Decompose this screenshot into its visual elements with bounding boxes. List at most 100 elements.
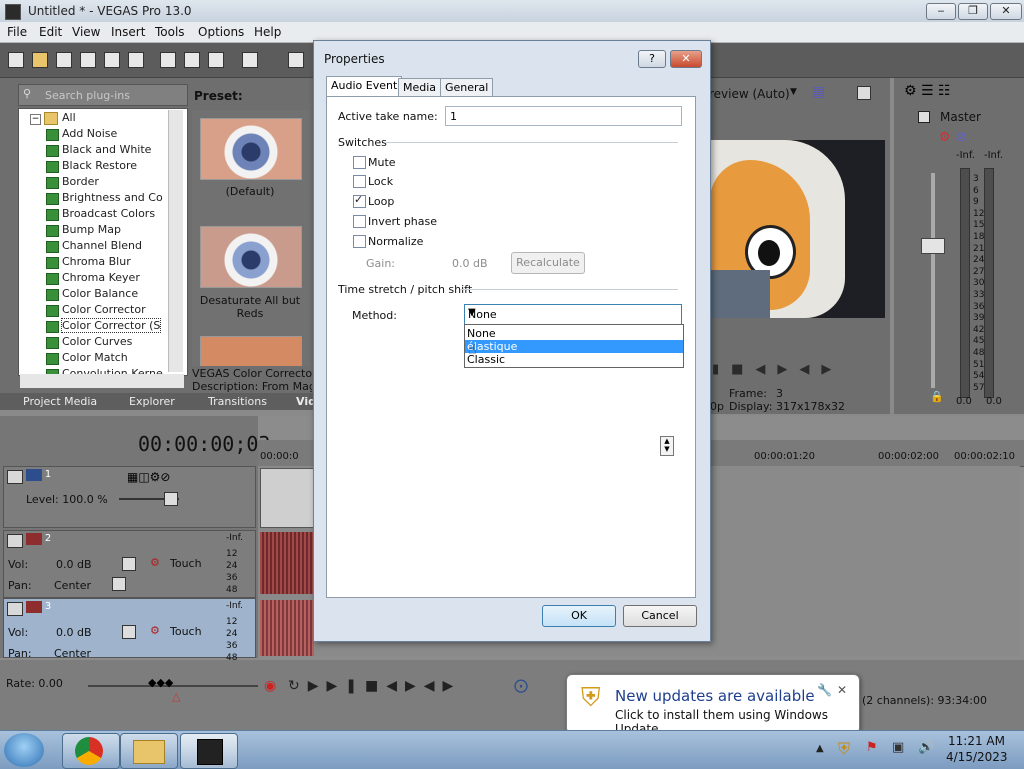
plugin-list-item[interactable]: Bump Map bbox=[62, 223, 121, 236]
plugin-list-item[interactable]: Chroma Keyer bbox=[62, 271, 140, 284]
mute-checkbox[interactable] bbox=[353, 156, 366, 169]
edit-tool-icon[interactable]: ⨀ bbox=[514, 678, 528, 694]
ok-button[interactable]: OK bbox=[542, 605, 616, 627]
plugin-list-item[interactable]: Brightness and Co bbox=[62, 191, 163, 204]
menu-edit[interactable]: Edit bbox=[39, 25, 62, 39]
minimize-button[interactable]: ‒ bbox=[926, 3, 956, 20]
audio-event-waveform-2[interactable] bbox=[260, 600, 314, 656]
track-1-video[interactable]: 1 Level: 100.0 % ▦◫⚙⊘ bbox=[3, 466, 256, 528]
redo-icon[interactable] bbox=[288, 52, 304, 68]
menu-options[interactable]: Options bbox=[198, 25, 244, 39]
method-option-elastique[interactable]: élastique bbox=[465, 340, 683, 353]
plugin-list-item[interactable]: Border bbox=[62, 175, 99, 188]
plugin-list-item[interactable]: Color Corrector (S bbox=[60, 318, 162, 333]
new-project-icon[interactable] bbox=[8, 52, 24, 68]
show-hidden-icons-arrow[interactable]: ▲ bbox=[816, 743, 824, 754]
preview-transport-controls[interactable]: ▮■◀▶◀▶ bbox=[712, 362, 843, 377]
mute-bus-icon[interactable]: ⊘ bbox=[956, 130, 967, 145]
tree-collapse-icon[interactable]: − bbox=[30, 114, 41, 125]
plugin-list-item[interactable]: Color Curves bbox=[62, 335, 132, 348]
normalize-label[interactable]: Normalize bbox=[368, 235, 423, 248]
notification-close-icon[interactable]: ✕ bbox=[837, 683, 847, 697]
invert-phase-checkbox[interactable] bbox=[353, 215, 366, 228]
preview-quality-select[interactable]: review (Auto) bbox=[709, 87, 790, 101]
tree-root-all[interactable]: All bbox=[62, 111, 76, 124]
track-2-volume-handle[interactable] bbox=[122, 557, 136, 571]
loop-checkbox[interactable] bbox=[353, 193, 366, 208]
overlays-icon[interactable]: ▦ bbox=[812, 84, 825, 100]
normalize-checkbox[interactable] bbox=[353, 235, 366, 248]
menu-tools[interactable]: Tools bbox=[155, 25, 185, 39]
close-window-button[interactable]: ✕ bbox=[990, 3, 1022, 20]
plugin-search-input[interactable]: ⚲ Search plug-ins bbox=[18, 84, 188, 106]
track-2-automation-mode[interactable]: Touch bbox=[170, 557, 202, 570]
save-icon[interactable] bbox=[56, 52, 72, 68]
mute-label[interactable]: Mute bbox=[368, 156, 396, 169]
dialog-help-button[interactable]: ? bbox=[638, 50, 666, 68]
track-1-motion-icons[interactable]: ▦◫⚙⊘ bbox=[127, 470, 171, 484]
cut-icon[interactable] bbox=[160, 52, 176, 68]
loop-label[interactable]: Loop bbox=[368, 195, 394, 208]
plugin-list-item[interactable]: Channel Blend bbox=[62, 239, 142, 252]
plugin-list-item[interactable]: Chroma Blur bbox=[62, 255, 131, 268]
copy-snapshot-icon[interactable] bbox=[857, 86, 871, 100]
plugin-list-item[interactable]: Color Corrector bbox=[62, 303, 146, 316]
windows-update-tray-icon[interactable]: ⛨ bbox=[838, 739, 850, 759]
wrench-icon[interactable]: 🔧 bbox=[817, 683, 832, 697]
plugin-list-item[interactable]: Broadcast Colors bbox=[62, 207, 155, 220]
plugin-list-item[interactable]: Color Balance bbox=[62, 287, 138, 300]
start-button[interactable] bbox=[4, 733, 44, 767]
master-fader-handle[interactable] bbox=[921, 238, 945, 254]
plugin-list-item[interactable]: Black and White bbox=[62, 143, 151, 156]
menu-file[interactable]: File bbox=[7, 25, 27, 39]
plugin-tree-horizontal-scrollbar[interactable] bbox=[20, 374, 184, 388]
track-2-pan-handle[interactable] bbox=[112, 577, 126, 591]
tab-general[interactable]: General bbox=[440, 78, 494, 97]
track-3-volume-handle[interactable] bbox=[122, 625, 136, 639]
tab-explorer[interactable]: Explorer bbox=[129, 395, 175, 408]
track-3-fx-icon[interactable]: ⚙ bbox=[150, 624, 160, 637]
taskbar-chrome-button[interactable] bbox=[62, 733, 120, 769]
properties-icon[interactable] bbox=[128, 52, 144, 68]
plugin-list-item[interactable]: Add Noise bbox=[62, 127, 117, 140]
tab-project-media[interactable]: Project Media bbox=[23, 395, 97, 408]
tab-audio-event[interactable]: Audio Event bbox=[326, 76, 403, 98]
plugin-list-item[interactable]: Color Match bbox=[62, 351, 128, 364]
taskbar-time[interactable]: 11:21 AM bbox=[948, 734, 1005, 748]
spinner-arrows-icon[interactable]: ▲ ▼ bbox=[660, 436, 674, 456]
render-icon[interactable] bbox=[104, 52, 120, 68]
taskbar-explorer-button[interactable] bbox=[120, 733, 178, 769]
undo-icon[interactable] bbox=[242, 52, 258, 68]
save-as-icon[interactable] bbox=[80, 52, 96, 68]
tab-media[interactable]: Media bbox=[398, 78, 442, 97]
taskbar-vegas-button[interactable] bbox=[180, 733, 238, 769]
fx-gear-icon[interactable]: ⚙ bbox=[939, 130, 951, 145]
dialog-close-button[interactable]: ✕ bbox=[670, 50, 702, 68]
active-take-name-field[interactable]: 1 bbox=[445, 106, 682, 126]
preset-thumbnail-desaturate[interactable] bbox=[200, 226, 302, 288]
track-expand-icon[interactable] bbox=[7, 602, 23, 616]
action-center-icon[interactable]: ⚑ bbox=[866, 740, 878, 755]
track-expand-icon[interactable] bbox=[7, 470, 23, 484]
mixer-toolbar-icons[interactable]: ⚙ ☰ ☷ bbox=[904, 83, 951, 99]
preset-thumbnail-default[interactable] bbox=[200, 118, 302, 180]
track-2-fx-icon[interactable]: ⚙ bbox=[150, 556, 160, 569]
invert-phase-label[interactable]: Invert phase bbox=[368, 215, 437, 228]
chevron-down-icon[interactable]: ▼ bbox=[790, 87, 797, 97]
taskbar-date[interactable]: 4/15/2023 bbox=[946, 750, 1008, 764]
track-2-audio[interactable]: 2 Vol: 0.0 dB Pan: Center ⚙ Touch -Inf. bbox=[3, 530, 256, 598]
paste-icon[interactable] bbox=[208, 52, 224, 68]
cancel-button[interactable]: Cancel bbox=[623, 605, 697, 627]
copy-icon[interactable] bbox=[184, 52, 200, 68]
maximize-button[interactable]: ❐ bbox=[958, 3, 988, 20]
video-event-clip[interactable] bbox=[260, 468, 316, 528]
record-icon[interactable]: ◉ bbox=[264, 678, 276, 694]
network-icon[interactable]: ▣ bbox=[892, 740, 904, 755]
menu-insert[interactable]: Insert bbox=[111, 25, 145, 39]
recalculate-button[interactable]: Recalculate bbox=[511, 252, 585, 274]
track-3-audio[interactable]: 3 Vol: 0.0 dB Pan: Center ⚙ Touch -Inf. bbox=[3, 598, 256, 660]
chevron-down-icon[interactable]: ▼ bbox=[468, 307, 678, 318]
lock-icon[interactable]: 🔒 bbox=[930, 390, 944, 403]
transport-buttons[interactable]: ↻▶▶❚■◀▶◀▶ bbox=[288, 678, 461, 694]
track-1-level-handle[interactable] bbox=[164, 492, 178, 506]
